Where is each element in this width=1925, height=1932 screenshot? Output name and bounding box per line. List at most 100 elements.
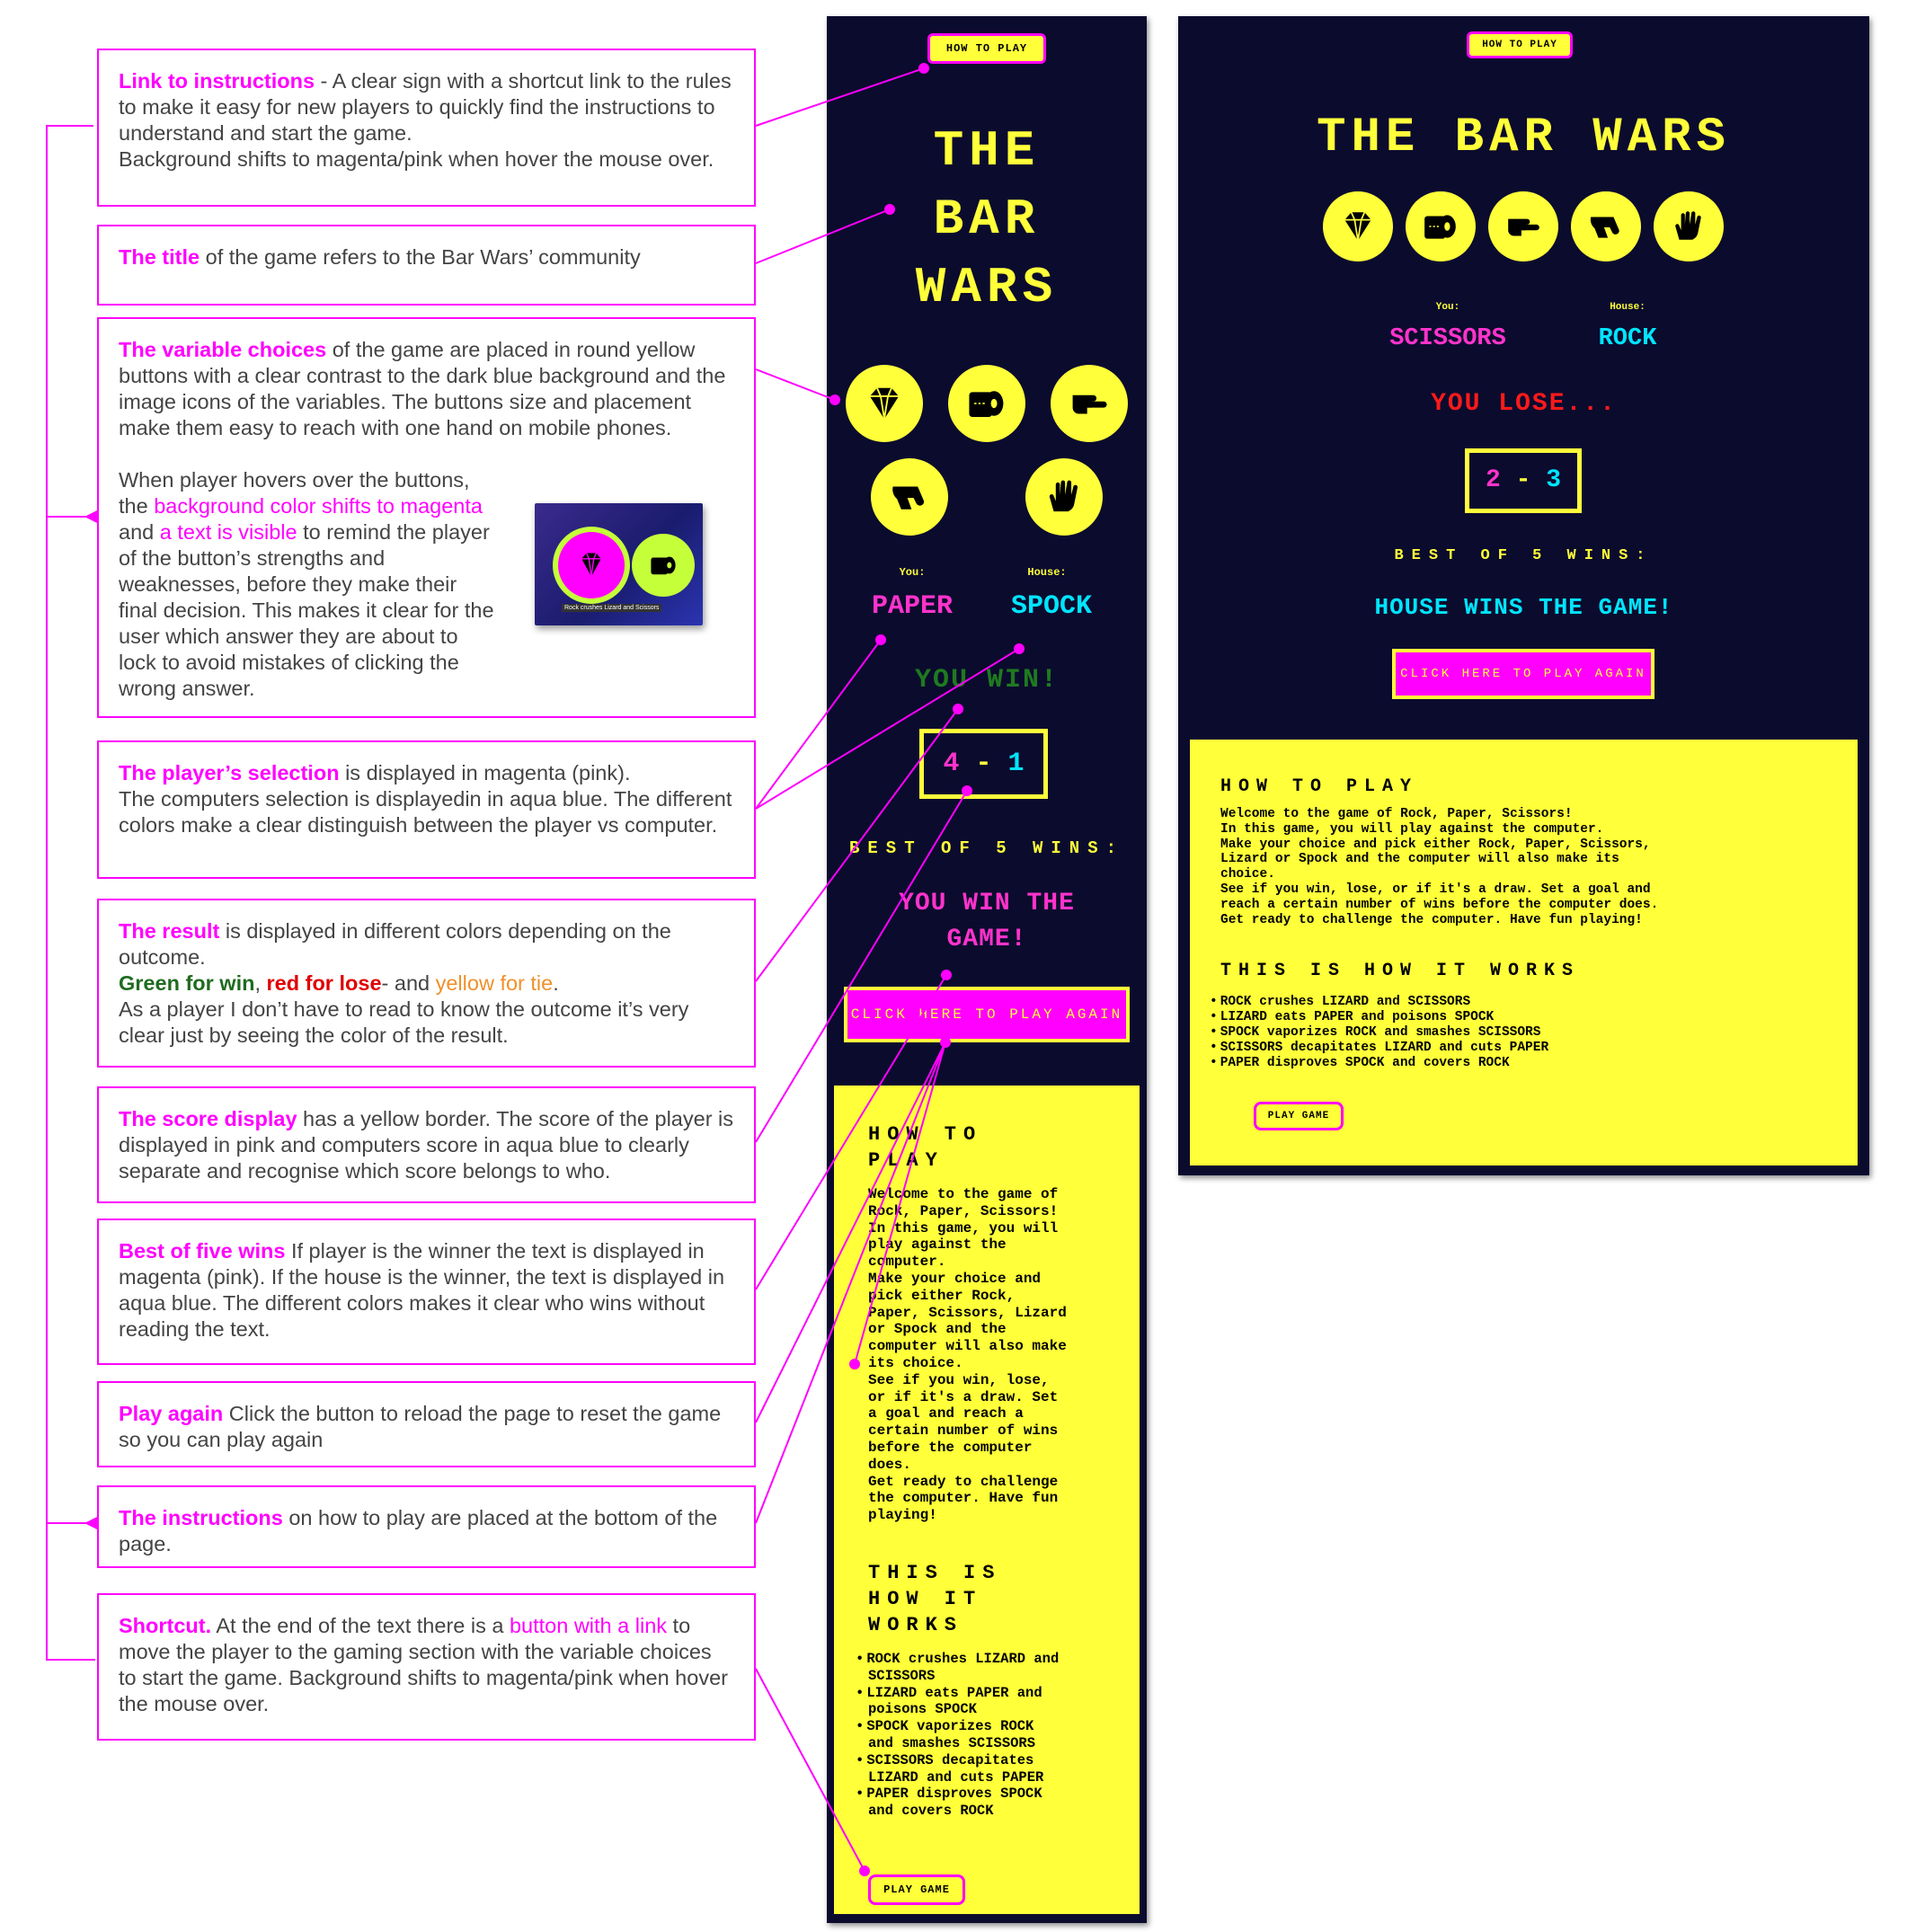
how-to-play-heading: HOW TO PLAY	[868, 1123, 983, 1172]
how-to-play-line: or Spock and the	[868, 1321, 1007, 1338]
choice-paper[interactable]	[948, 365, 1025, 442]
diamond-icon	[869, 387, 900, 420]
how-to-play-line: computer will also make	[868, 1338, 1067, 1355]
rule-item: SCISSORS decapitatesLIZARD and cuts PAPE…	[856, 1752, 1116, 1786]
rule-item: ROCK crushes LIZARD andSCISSORS	[856, 1651, 1116, 1685]
house-choice: SPOCK	[1010, 591, 1092, 622]
you-label: You:	[899, 566, 926, 579]
choice-scissors[interactable]	[1051, 365, 1128, 442]
best-of-five-label: BEST OF 5 WINS:	[848, 838, 1125, 858]
how-to-play-button[interactable]: HOW TO PLAY	[927, 33, 1046, 64]
score-display: 2 - 3	[1465, 448, 1582, 513]
you-label: You:	[1435, 302, 1460, 313]
annotation-result: The result is displayed in different col…	[97, 899, 756, 1068]
score-display: 4 - 1	[919, 729, 1048, 799]
how-to-play-line: a goal and reach a	[868, 1405, 1024, 1422]
how-to-play-line: Welcome to the game of Rock, Paper, Scis…	[1220, 807, 1573, 821]
lizard-hand-icon	[1590, 217, 1619, 238]
how-to-play-line: its choice.	[868, 1354, 963, 1371]
scissors-hand-icon	[1508, 218, 1539, 236]
house-label: House:	[1610, 302, 1646, 313]
scissors-hand-icon	[1072, 394, 1107, 414]
spock-hand-icon	[1049, 480, 1078, 512]
annotation-title: The title of the game refers to the Bar …	[97, 225, 756, 306]
hover-preview-thumbnail: Rock crushes Lizard and Scissors	[535, 503, 703, 625]
game-title: THE BAR WARS	[1317, 111, 1731, 165]
rule-item: SCISSORS decapitates LIZARD and cuts PAP…	[1210, 1041, 1831, 1056]
annotation-link-to-instructions: Link to instructions - A clear sign with…	[97, 49, 756, 207]
how-to-play-line: pick either Rock,	[868, 1287, 1016, 1304]
play-game-button[interactable]: PLAY GAME	[868, 1874, 965, 1905]
player-choice: PAPER	[871, 591, 953, 622]
annotation-score-display: The score display has a yellow border. T…	[97, 1086, 756, 1203]
choice-paper[interactable]	[1406, 191, 1476, 261]
choice-lizard[interactable]	[1571, 191, 1641, 261]
how-it-works-heading: THIS IS HOW IT WORKS	[868, 1561, 1002, 1636]
final-result: YOU WIN THE GAME!	[899, 890, 1075, 953]
how-to-play-line: Get ready to challenge	[868, 1473, 1059, 1490]
how-to-play-line: does.	[868, 1456, 912, 1473]
rule-item: SPOCK vaporizes ROCKand smashes SCISSORS	[856, 1718, 1116, 1752]
how-to-play-line: See if you win, lose, or if it's a draw.…	[1220, 882, 1651, 897]
lizard-hand-icon	[892, 486, 925, 510]
how-to-play-line: certain number of wins	[868, 1422, 1059, 1440]
toilet-paper-icon	[969, 391, 1004, 417]
best-of-five-label: BEST OF 5 WINS:	[1394, 547, 1654, 564]
play-game-button[interactable]: PLAY GAME	[1254, 1102, 1344, 1130]
how-to-play-line: playing!	[868, 1507, 937, 1524]
how-to-play-heading: HOW TO PLAY	[1220, 776, 1419, 797]
player-choice: SCISSORS	[1389, 325, 1506, 352]
how-to-play-line: the computer. Have fun	[868, 1490, 1059, 1507]
desktop-screenshot: HOW TO PLAY THE BAR WARS You: House: SCI…	[1178, 16, 1869, 1175]
house-choice: ROCK	[1598, 325, 1657, 352]
how-to-play-line: before the computer	[868, 1439, 1033, 1456]
choice-rock-diamond[interactable]	[846, 365, 923, 442]
toilet-paper-icon	[1424, 215, 1456, 239]
choice-rock-diamond[interactable]	[1323, 191, 1393, 261]
house-label: House:	[1027, 566, 1067, 579]
how-to-play-line: Get ready to challenge the computer. Hav…	[1220, 912, 1643, 927]
choice-scissors[interactable]	[1488, 191, 1558, 261]
rule-item: SPOCK vaporizes ROCK and smashes SCISSOR…	[1210, 1025, 1831, 1041]
how-to-play-line: Make your choice and	[868, 1270, 1042, 1287]
how-to-play-line: Make your choice and pick either Rock, P…	[1220, 837, 1651, 852]
round-result: YOU WIN!	[914, 665, 1060, 696]
how-to-play-line: play against the	[868, 1236, 1007, 1254]
how-to-play-line: choice.	[1220, 867, 1275, 882]
how-to-play-section: HOW TO PLAY Welcome to the game of Rock, …	[834, 1086, 1140, 1914]
how-to-play-line: In this game, you will	[868, 1219, 1059, 1236]
how-to-play-line: Welcome to the game of	[868, 1186, 1059, 1202]
mobile-screenshot: HOW TO PLAY THE BAR WARS You: House: PAP…	[827, 16, 1147, 1923]
annotation-play-again: Play again Click the button to reload th…	[97, 1381, 756, 1467]
spock-hand-icon	[1675, 211, 1701, 240]
choice-spock[interactable]	[1654, 191, 1724, 261]
rule-item: LIZARD eats PAPER and poisons SPOCK	[1210, 1010, 1831, 1025]
rule-item: LIZARD eats PAPER andpoisons SPOCK	[856, 1685, 1116, 1719]
how-to-play-text: Welcome to the game of Rock, Paper, Scis…	[1220, 807, 1831, 927]
choice-lizard[interactable]	[871, 458, 948, 536]
play-again-button[interactable]: CLICK HERE TO PLAY AGAIN	[844, 987, 1130, 1042]
annotation-shortcut: Shortcut. At the end of the text there i…	[97, 1593, 756, 1741]
rule-item: ROCK crushes LIZARD and SCISSORS	[1210, 995, 1831, 1010]
game-title: THE BAR WARS	[915, 122, 1059, 316]
how-to-play-line: Paper, Scissors, Lizard	[868, 1304, 1067, 1321]
how-to-play-line: Rock, Paper, Scissors!	[868, 1202, 1059, 1219]
how-to-play-line: or if it's a draw. Set	[868, 1388, 1059, 1405]
how-to-play-line: Lizard or Spock and the computer will al…	[1220, 852, 1619, 867]
annotation-player-selection: The player’s selection is displayed in m…	[97, 740, 756, 879]
final-result: HOUSE WINS THE GAME!	[1374, 594, 1673, 621]
annotation-best-of-five: Best of five wins If player is the winne…	[97, 1219, 756, 1365]
rule-item: PAPER disproves SPOCK and covers ROCK	[1210, 1056, 1831, 1071]
how-to-play-line: computer.	[868, 1254, 946, 1271]
how-to-play-line: In this game, you will play against the …	[1220, 821, 1604, 837]
play-again-button[interactable]: CLICK HERE TO PLAY AGAIN	[1392, 649, 1654, 699]
how-it-works-heading: THIS IS HOW IT WORKS	[1220, 961, 1581, 982]
how-to-play-line: reach a certain number of wins before th…	[1220, 897, 1659, 912]
rules-list: ROCK crushes LIZARD and SCISSORSLIZARD e…	[1210, 995, 1831, 1070]
diamond-icon	[558, 532, 625, 598]
choice-spock[interactable]	[1025, 458, 1103, 536]
toilet-paper-icon	[632, 534, 695, 597]
rule-item: PAPER disproves SPOCKand covers ROCK	[856, 1786, 1116, 1820]
how-to-play-button[interactable]: HOW TO PLAY	[1467, 31, 1573, 58]
how-to-play-line: See if you win, lose,	[868, 1371, 1050, 1388]
